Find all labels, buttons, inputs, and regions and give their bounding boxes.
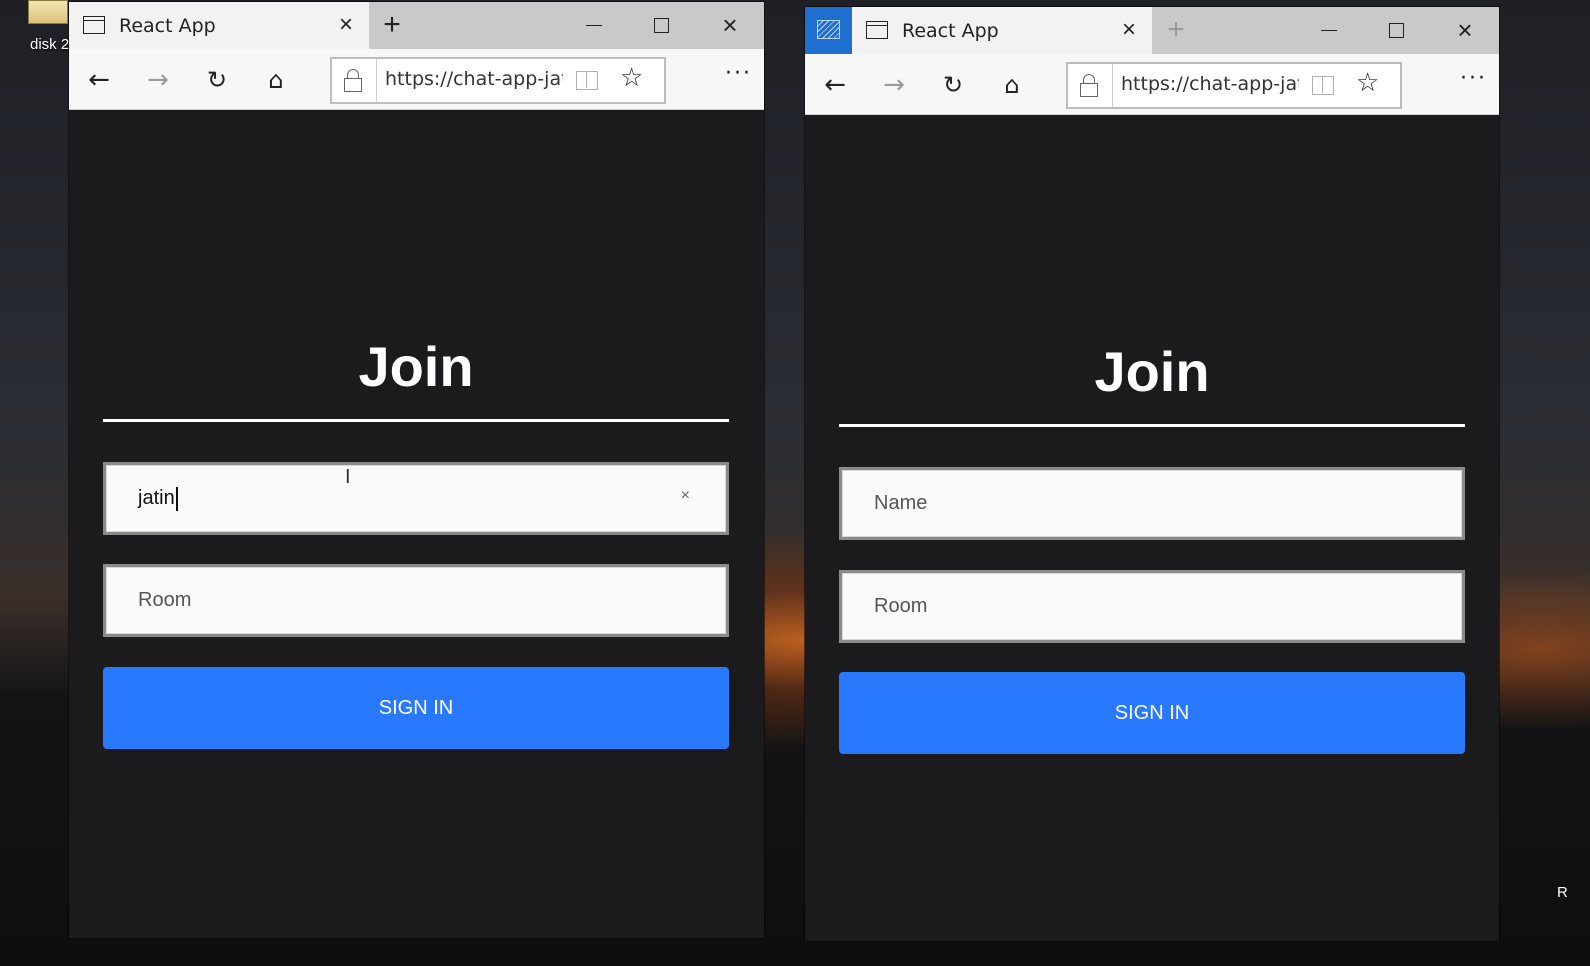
tab-close-icon[interactable]: × xyxy=(1115,16,1143,44)
sign-in-button[interactable]: SIGN IN xyxy=(839,672,1465,754)
room-input-placeholder: Room xyxy=(874,595,928,617)
ibeam-cursor-icon: I xyxy=(345,466,351,488)
join-page: Join Name Room SIGN IN xyxy=(805,115,1499,941)
maximize-icon xyxy=(654,18,669,33)
home-button[interactable]: ⌂ xyxy=(993,66,1031,104)
title-bar[interactable]: React App × + × xyxy=(805,7,1499,54)
name-input[interactable]: Name xyxy=(839,467,1465,540)
minimize-button[interactable] xyxy=(1295,7,1363,54)
desktop-edge-label: R xyxy=(1557,884,1568,901)
maximize-button[interactable] xyxy=(628,2,696,49)
browser-window-2: React App × + × ← → ↻ ⌂ https://chat-app… xyxy=(805,7,1499,941)
text-caret xyxy=(175,486,178,511)
join-page: Join jatin × I Room SIGN IN xyxy=(69,110,764,938)
room-input[interactable]: Room xyxy=(103,564,729,637)
maximize-button[interactable] xyxy=(1363,7,1431,54)
room-input[interactable]: Room xyxy=(839,570,1465,643)
address-divider xyxy=(376,59,377,102)
heading-divider xyxy=(839,424,1465,427)
more-options-icon[interactable]: ··· xyxy=(725,61,752,86)
forward-button[interactable]: → xyxy=(139,61,177,99)
back-button[interactable]: ← xyxy=(816,66,854,104)
sign-in-button[interactable]: SIGN IN xyxy=(103,667,729,749)
forward-button[interactable]: → xyxy=(875,66,913,104)
close-icon: × xyxy=(1457,15,1473,45)
join-heading: Join xyxy=(358,335,474,398)
url-text[interactable]: https://chat-app-jatin xyxy=(1121,73,1299,95)
name-input-placeholder: Name xyxy=(874,492,928,514)
tab-title: React App xyxy=(119,15,216,37)
page-icon xyxy=(866,21,888,39)
new-tab-button[interactable]: + xyxy=(377,10,407,40)
tab-title: React App xyxy=(902,20,999,42)
back-button[interactable]: ← xyxy=(80,61,118,99)
heading-divider xyxy=(103,419,729,422)
clear-input-icon[interactable]: × xyxy=(681,487,690,505)
close-icon: × xyxy=(722,10,738,40)
page-icon xyxy=(83,16,105,34)
desktop-disk-label: disk 2 xyxy=(30,36,70,53)
window-close-button[interactable]: × xyxy=(1431,7,1499,54)
new-tab-button[interactable]: + xyxy=(1161,15,1191,45)
browser-tab[interactable]: React App × xyxy=(852,7,1152,54)
minimize-icon xyxy=(586,25,602,26)
name-input[interactable]: jatin × xyxy=(103,462,729,535)
tab-preview-icon xyxy=(817,20,840,39)
url-text[interactable]: https://chat-app-jatin xyxy=(385,68,563,90)
reload-button[interactable]: ↻ xyxy=(934,66,972,104)
lock-icon[interactable] xyxy=(1080,74,1098,97)
tab-close-icon[interactable]: × xyxy=(332,11,360,39)
address-bar[interactable]: https://chat-app-jatin ☆ xyxy=(1066,62,1402,109)
minimize-button[interactable] xyxy=(560,2,628,49)
join-heading: Join xyxy=(1094,340,1210,403)
reading-view-icon[interactable] xyxy=(576,71,598,90)
maximize-icon xyxy=(1389,23,1404,38)
more-options-icon[interactable]: ··· xyxy=(1460,66,1487,91)
window-close-button[interactable]: × xyxy=(696,2,764,49)
room-input-placeholder: Room xyxy=(138,589,192,611)
browser-window-1: React App × + × ← → ↻ ⌂ https://chat-app… xyxy=(69,2,764,938)
address-divider xyxy=(1112,64,1113,107)
reload-button[interactable]: ↻ xyxy=(198,61,236,99)
minimize-icon xyxy=(1321,30,1337,31)
home-button[interactable]: ⌂ xyxy=(257,61,295,99)
desktop-disk-icon[interactable] xyxy=(28,0,68,24)
tab-preview-button[interactable] xyxy=(805,7,852,54)
title-bar[interactable]: React App × + × xyxy=(69,2,764,49)
reading-view-icon[interactable] xyxy=(1312,76,1334,95)
lock-icon[interactable] xyxy=(344,69,362,92)
navigation-bar: ← → ↻ ⌂ https://chat-app-jatin ☆ ··· xyxy=(805,54,1499,115)
favorite-star-icon[interactable]: ☆ xyxy=(620,63,643,93)
name-input-value: jatin xyxy=(138,487,175,509)
navigation-bar: ← → ↻ ⌂ https://chat-app-jatin ☆ ··· xyxy=(69,49,764,110)
favorite-star-icon[interactable]: ☆ xyxy=(1356,68,1379,98)
address-bar[interactable]: https://chat-app-jatin ☆ xyxy=(330,57,666,104)
browser-tab[interactable]: React App × xyxy=(69,2,369,49)
